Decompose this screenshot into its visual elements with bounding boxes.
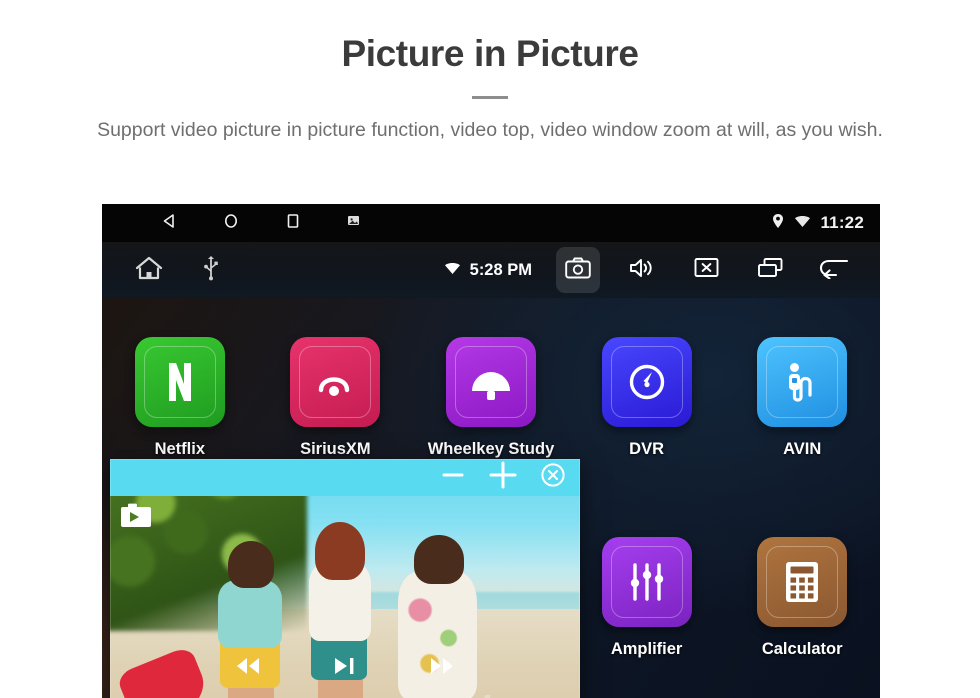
close-button[interactable]: [684, 247, 728, 293]
screenshot-icon[interactable]: [346, 213, 361, 233]
amplifier-glyph: [630, 563, 663, 601]
page-title: Picture in Picture: [341, 33, 639, 74]
toolbar-clock: 5:28 PM: [469, 260, 532, 279]
toolbar-clock-group: 5:28 PM: [444, 261, 532, 280]
amplifier-icon[interactable]: [601, 537, 692, 627]
pip-controls: [440, 460, 580, 495]
system-toolbar: 5:28 PM: [102, 242, 880, 298]
app-label: Amplifier: [610, 640, 683, 658]
dvr-icon[interactable]: [601, 337, 692, 427]
app-label: AVIN: [783, 440, 822, 458]
back-button[interactable]: [812, 247, 856, 293]
wheelkey-glyph: [471, 372, 510, 400]
back-arrow-icon: [818, 257, 850, 284]
siriusxm-icon[interactable]: [290, 337, 381, 427]
previous-track-icon[interactable]: [233, 654, 263, 683]
wifi-icon: [444, 261, 461, 280]
x-box-icon: [694, 257, 719, 283]
home-icon[interactable]: [134, 255, 164, 286]
toolbar-left-group: [102, 255, 218, 286]
calculator-icon[interactable]: [757, 537, 848, 627]
page-subtitle: Support video picture in picture functio…: [97, 118, 883, 141]
pip-screenshot-icon[interactable]: [120, 502, 152, 528]
app-label: Wheelkey Study: [427, 440, 555, 458]
app-cell-netflix[interactable]: Netflix: [134, 337, 225, 459]
volume-button[interactable]: [620, 247, 664, 293]
app-cell-amplifier[interactable]: Amplifier: [601, 537, 692, 659]
camera-button[interactable]: [556, 247, 600, 293]
app-label: Netflix: [154, 440, 206, 458]
app-label: DVR: [629, 440, 665, 458]
android-status-bar: 11:22: [102, 204, 880, 242]
pip-window[interactable]: seicane: [110, 459, 580, 698]
title-divider: [472, 95, 508, 99]
app-label: Calculator: [761, 640, 843, 658]
netflix-icon[interactable]: [134, 337, 225, 427]
app-cell-dvr[interactable]: DVR: [601, 337, 692, 459]
device-screen: 11:22 5:28 PM Netflix SiriusXM Wheelkey …: [102, 204, 880, 698]
zoom-in-button[interactable]: [488, 460, 518, 495]
next-track-icon[interactable]: [427, 654, 457, 683]
camera-icon: [565, 257, 591, 284]
recents-square-icon[interactable]: [284, 212, 302, 235]
status-bar-nav-group: [102, 212, 361, 235]
app-label: SiriusXM: [300, 440, 371, 458]
recents-button[interactable]: [748, 247, 792, 293]
pip-playback-controls: [110, 654, 580, 683]
home-screen-wallpaper: Netflix SiriusXM Wheelkey Study DVR AVIN…: [102, 298, 880, 698]
siriusxm-glyph: [319, 377, 350, 396]
app-cell-avin[interactable]: AVIN: [757, 337, 848, 459]
status-bar-indicators: 11:22: [771, 213, 880, 234]
toolbar-right-group: 5:28 PM: [444, 247, 880, 293]
dvr-glyph: [629, 364, 664, 400]
usb-icon[interactable]: [204, 255, 218, 286]
avin-glyph: [789, 363, 812, 402]
wifi-icon: [794, 214, 811, 233]
wheelkey-icon[interactable]: [445, 337, 536, 427]
play-pause-icon[interactable]: [331, 654, 359, 683]
recent-apps-icon: [757, 257, 784, 284]
zoom-out-button[interactable]: [440, 462, 466, 493]
pip-title-bar[interactable]: [110, 459, 580, 496]
home-circle-icon[interactable]: [222, 212, 240, 235]
promo-header: Picture in Picture Support video picture…: [0, 0, 980, 144]
speaker-icon: [629, 257, 655, 284]
netflix-glyph: [168, 363, 191, 401]
app-cell-wheelkey[interactable]: Wheelkey Study: [427, 337, 555, 459]
back-triangle-icon[interactable]: [160, 212, 178, 235]
app-cell-siriusxm[interactable]: SiriusXM: [290, 337, 381, 459]
calculator-glyph: [786, 562, 819, 602]
video-watermark: seicane: [436, 689, 577, 698]
avin-icon[interactable]: [757, 337, 848, 427]
circle-x-icon[interactable]: [540, 462, 566, 493]
location-pin-icon: [771, 213, 785, 234]
app-cell-calculator[interactable]: Calculator: [757, 537, 848, 659]
status-bar-clock: 11:22: [820, 213, 864, 232]
